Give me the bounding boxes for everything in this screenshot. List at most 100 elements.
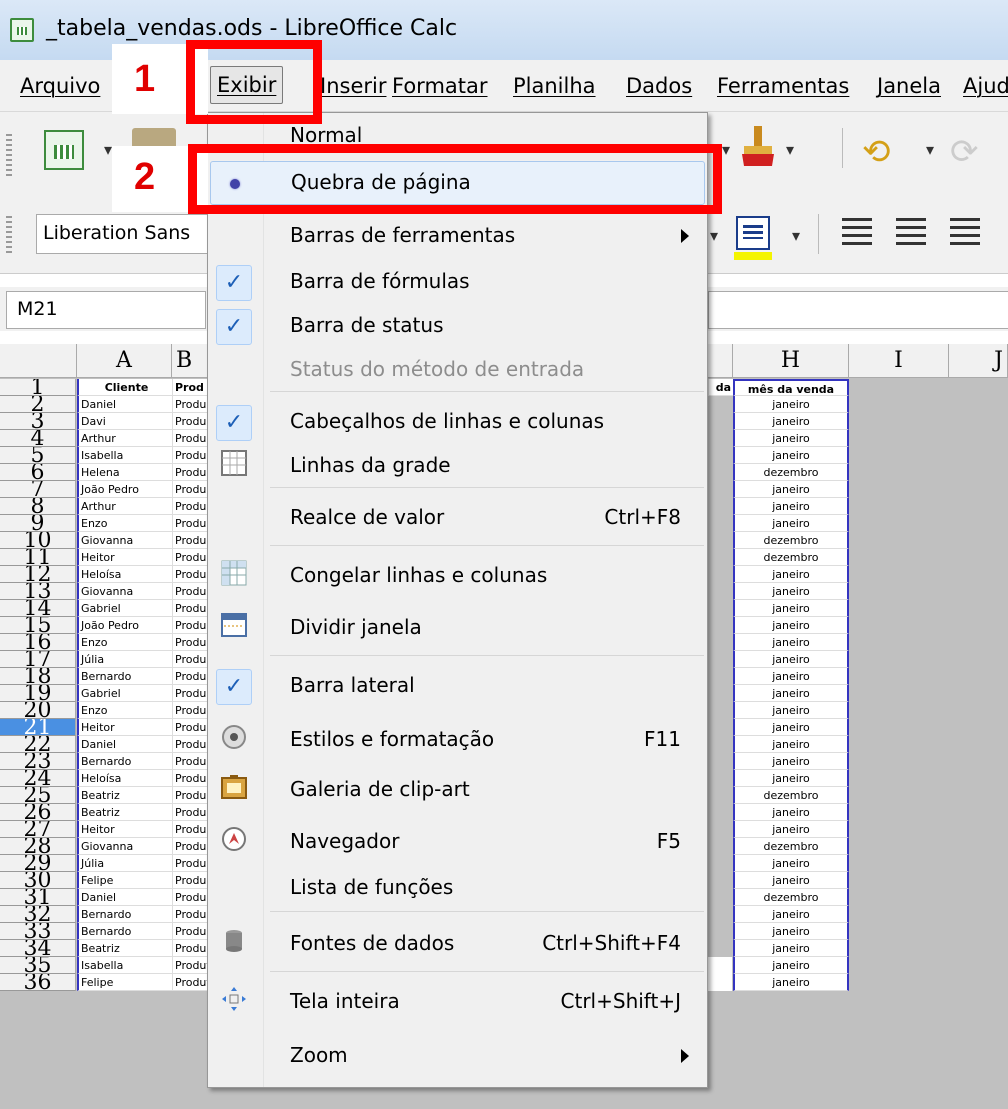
cell-a[interactable]: Enzo bbox=[77, 634, 172, 651]
row-header[interactable]: 10 bbox=[0, 532, 76, 549]
cell-b[interactable]: Produ bbox=[172, 923, 212, 940]
cell-a[interactable]: Heitor bbox=[77, 719, 172, 736]
row-header[interactable]: 27 bbox=[0, 821, 76, 838]
row-header[interactable]: 22 bbox=[0, 736, 76, 753]
cell-a[interactable]: Felipe bbox=[77, 872, 172, 889]
cell-h[interactable]: dezembro bbox=[733, 838, 849, 855]
row-header[interactable]: 20 bbox=[0, 702, 76, 719]
cell-b[interactable]: Produ bbox=[172, 464, 212, 481]
row-header[interactable]: 13 bbox=[0, 583, 76, 600]
cell-b[interactable]: Produ bbox=[172, 753, 212, 770]
cell-b[interactable]: Produ bbox=[172, 430, 212, 447]
cell-h[interactable]: janeiro bbox=[733, 923, 849, 940]
cell-h[interactable]: janeiro bbox=[733, 855, 849, 872]
cell-h[interactable]: janeiro bbox=[733, 430, 849, 447]
cell-a[interactable]: Júlia bbox=[77, 855, 172, 872]
row-header[interactable]: 17 bbox=[0, 651, 76, 668]
cell-a[interactable]: Bernardo bbox=[77, 906, 172, 923]
cell-a[interactable]: Felipe bbox=[77, 974, 172, 991]
row-header[interactable]: 33 bbox=[0, 923, 76, 940]
menu-arquivo[interactable]: Arquivo bbox=[20, 74, 100, 98]
row-header[interactable]: 28 bbox=[0, 838, 76, 855]
column-header-a[interactable]: A bbox=[77, 344, 172, 378]
cell-h[interactable]: dezembro bbox=[733, 464, 849, 481]
row-header[interactable]: 18 bbox=[0, 668, 76, 685]
cell-a[interactable]: Heitor bbox=[77, 549, 172, 566]
cell-a[interactable]: João Pedro bbox=[77, 617, 172, 634]
cell-h[interactable]: janeiro bbox=[733, 906, 849, 923]
row-header[interactable]: 23 bbox=[0, 753, 76, 770]
toolbar-grip[interactable] bbox=[6, 216, 12, 256]
cell-h[interactable]: janeiro bbox=[733, 753, 849, 770]
cell-a[interactable]: Bernardo bbox=[77, 668, 172, 685]
view-menu-item[interactable]: Lista de funções bbox=[210, 867, 705, 911]
cell-b[interactable]: Produ bbox=[172, 549, 212, 566]
cell-h[interactable]: janeiro bbox=[733, 702, 849, 719]
chevron-down-icon[interactable]: ▾ bbox=[104, 140, 112, 159]
row-header[interactable]: 9 bbox=[0, 515, 76, 532]
cell-b[interactable]: Produ bbox=[172, 413, 212, 430]
cell-h[interactable]: dezembro bbox=[733, 532, 849, 549]
cell-b[interactable]: Produ bbox=[172, 634, 212, 651]
row-header[interactable]: 30 bbox=[0, 872, 76, 889]
cell-a[interactable]: Giovanna bbox=[77, 532, 172, 549]
view-menu-item[interactable]: ✓ Barra de fórmulas bbox=[210, 261, 705, 305]
chevron-down-icon[interactable]: ▾ bbox=[926, 140, 934, 159]
cell-h[interactable]: janeiro bbox=[733, 770, 849, 787]
menu-planilha[interactable]: Planilha bbox=[513, 74, 596, 98]
row-header[interactable]: 15 bbox=[0, 617, 76, 634]
highlighting-icon[interactable] bbox=[736, 216, 770, 250]
cell-a[interactable]: Heloísa bbox=[77, 566, 172, 583]
view-menu-item[interactable]: Congelar linhas e colunas bbox=[210, 555, 705, 599]
toolbar-grip[interactable] bbox=[6, 134, 12, 178]
cell-h[interactable]: janeiro bbox=[733, 685, 849, 702]
view-menu-item[interactable]: Navegador F5 bbox=[210, 821, 705, 865]
menu-dados[interactable]: Dados bbox=[626, 74, 692, 98]
cell-h[interactable]: janeiro bbox=[733, 804, 849, 821]
menu-ajuda[interactable]: Ajuda bbox=[963, 74, 1008, 98]
cell-b[interactable]: Produ bbox=[172, 396, 212, 413]
cell-a[interactable]: Daniel bbox=[77, 396, 172, 413]
cell-h[interactable]: janeiro bbox=[733, 566, 849, 583]
view-menu-item[interactable]: Normal bbox=[210, 115, 705, 159]
cell-h[interactable]: mês da venda bbox=[733, 379, 849, 396]
view-menu-item[interactable]: Quebra de página bbox=[210, 161, 705, 205]
cell-a[interactable]: Giovanna bbox=[77, 838, 172, 855]
view-menu-item[interactable]: Fontes de dados Ctrl+Shift+F4 bbox=[210, 923, 705, 967]
cell-h[interactable]: janeiro bbox=[733, 515, 849, 532]
cell-h[interactable]: janeiro bbox=[733, 719, 849, 736]
row-header[interactable]: 7 bbox=[0, 481, 76, 498]
cell-h[interactable]: dezembro bbox=[733, 889, 849, 906]
cell-h[interactable]: janeiro bbox=[733, 634, 849, 651]
cell-b[interactable]: Produ bbox=[172, 872, 212, 889]
cell-h[interactable]: janeiro bbox=[733, 668, 849, 685]
cell-b[interactable]: Produ bbox=[172, 481, 212, 498]
row-header[interactable]: 34 bbox=[0, 940, 76, 957]
column-header-j[interactable]: J bbox=[949, 344, 1008, 378]
column-header-b[interactable]: B bbox=[172, 344, 212, 378]
row-header[interactable]: 26 bbox=[0, 804, 76, 821]
cell-b[interactable]: Produ bbox=[172, 600, 212, 617]
row-header[interactable]: 29 bbox=[0, 855, 76, 872]
menu-formatar[interactable]: Formatar bbox=[392, 74, 488, 98]
cell-a[interactable]: Giovanna bbox=[77, 583, 172, 600]
align-right-icon[interactable] bbox=[950, 218, 980, 248]
view-menu-item[interactable]: Zoom bbox=[210, 1035, 705, 1079]
row-header[interactable]: 6 bbox=[0, 464, 76, 481]
corner-select-all[interactable] bbox=[0, 344, 77, 378]
row-header[interactable]: 3 bbox=[0, 413, 76, 430]
cell-b[interactable]: Produ bbox=[172, 838, 212, 855]
cell-b[interactable]: Produ bbox=[172, 719, 212, 736]
view-menu-item[interactable]: Dividir janela bbox=[210, 607, 705, 651]
cell-a[interactable]: Gabriel bbox=[77, 600, 172, 617]
redo-icon[interactable]: ⟳ bbox=[950, 132, 979, 172]
cell-h[interactable]: janeiro bbox=[733, 872, 849, 889]
cell-h[interactable]: janeiro bbox=[733, 583, 849, 600]
menu-inserir[interactable]: Inserir bbox=[320, 74, 386, 98]
cell-h[interactable]: dezembro bbox=[733, 787, 849, 804]
row-header[interactable]: 1 bbox=[0, 379, 76, 396]
formula-input[interactable] bbox=[708, 291, 1008, 329]
row-header[interactable]: 21 bbox=[0, 719, 76, 736]
cell-b[interactable]: Produ bbox=[172, 532, 212, 549]
undo-icon[interactable]: ⟲ bbox=[862, 132, 891, 172]
